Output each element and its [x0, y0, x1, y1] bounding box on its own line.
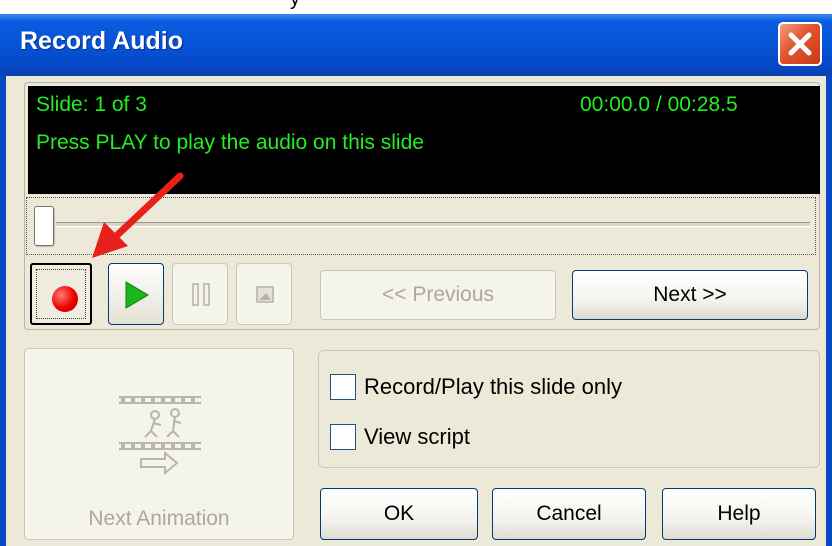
pause-button[interactable]: [172, 263, 228, 325]
slider-track-shadow: [56, 222, 810, 223]
cancel-button[interactable]: Cancel: [492, 488, 646, 540]
status-display: Slide: 1 of 3 00:00.0 / 00:28.5 Press PL…: [28, 86, 820, 194]
record-play-slide-only-label[interactable]: Record/Play this slide only: [364, 374, 622, 400]
stop-icon: [256, 286, 274, 303]
instruction-text: Press PLAY to play the audio on this sli…: [36, 131, 424, 154]
record-play-slide-only-checkbox[interactable]: [330, 374, 356, 400]
window-titlebar[interactable]: Record Audio: [0, 14, 832, 76]
next-animation-label: Next Animation: [88, 507, 230, 530]
options-group: [318, 350, 820, 468]
playback-slider-thumb[interactable]: [34, 206, 54, 246]
view-script-checkbox[interactable]: [330, 424, 356, 450]
animation-figures-icon: [119, 396, 201, 476]
window-title: Record Audio: [20, 27, 183, 55]
pause-icon: [192, 283, 210, 306]
view-script-label[interactable]: View script: [364, 424, 470, 450]
time-readout: 00:00.0 / 00:28.5: [580, 93, 738, 116]
window-frame-right: [826, 76, 832, 546]
play-button[interactable]: [108, 263, 164, 325]
stop-button[interactable]: [236, 263, 292, 325]
slider-track-highlight: [56, 226, 810, 227]
play-icon: [125, 281, 149, 309]
close-button[interactable]: [778, 22, 822, 66]
window-top-fragment: y: [0, 0, 832, 14]
record-button[interactable]: [30, 263, 92, 325]
record-icon: [52, 286, 78, 312]
title-fragment-text: y: [290, 0, 300, 11]
help-button[interactable]: Help: [662, 488, 816, 540]
ok-button[interactable]: OK: [320, 488, 478, 540]
close-icon: [788, 32, 812, 56]
record-focus-rect: [36, 269, 86, 319]
next-button[interactable]: Next >>: [572, 270, 808, 320]
previous-button[interactable]: << Previous: [320, 270, 556, 320]
slide-status: Slide: 1 of 3: [36, 93, 147, 116]
window-frame-left: [0, 76, 6, 546]
next-animation-button[interactable]: Next Animation: [24, 348, 294, 540]
